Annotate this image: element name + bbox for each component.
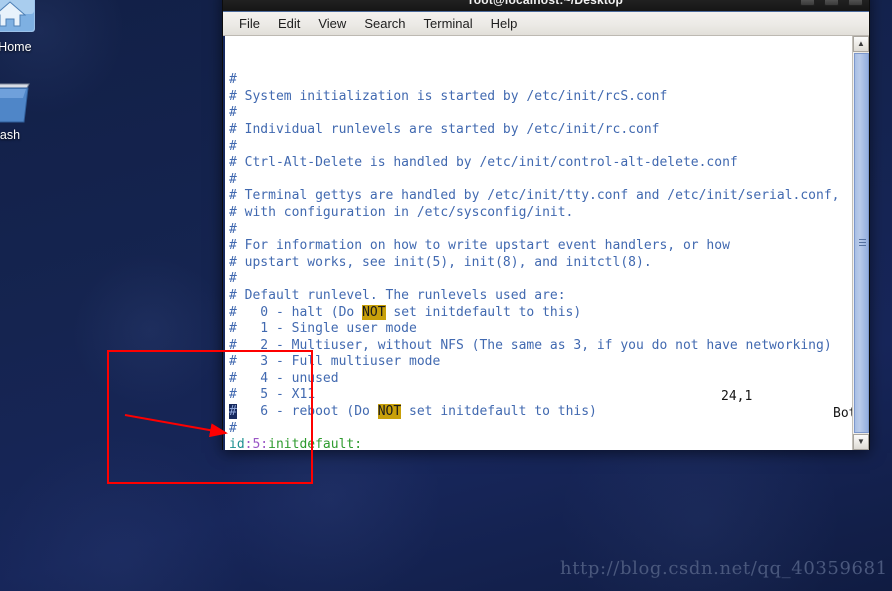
cursor-position: 24,1: [721, 389, 753, 405]
terminal-line: # Individual runlevels are started by /e…: [229, 121, 660, 137]
maximize-icon[interactable]: [824, 0, 839, 6]
terminal-line: # upstart works, see init(5), init(8), a…: [229, 254, 652, 270]
menu-item-file[interactable]: File: [230, 14, 269, 33]
terminal-line: # Ctrl-Alt-Delete is handled by /etc/ini…: [229, 155, 738, 171]
terminal-line: # 2 - Multiuser, without NFS (The same a…: [229, 337, 832, 353]
terminal-menubar[interactable]: File Edit View Search Terminal Help: [223, 12, 869, 36]
terminal-text-area[interactable]: # # System initialization is started by /…: [225, 36, 852, 450]
terminal-scrollbar[interactable]: ▲ ▼: [852, 36, 869, 450]
terminal-line: # Default runlevel. The runlevels used a…: [229, 287, 566, 303]
scrollbar-grip-icon: [859, 239, 866, 247]
menu-item-view[interactable]: View: [309, 14, 355, 33]
terminal-line: id:5:initdefault:: [229, 437, 363, 450]
watermark-text: http://blog.csdn.net/qq_40359681: [560, 558, 888, 579]
close-icon[interactable]: [848, 0, 863, 6]
terminal-line: # with configuration in /etc/sysconfig/i…: [229, 204, 574, 220]
home-folder-icon: [0, 0, 46, 38]
chevron-down-icon[interactable]: ▼: [853, 434, 869, 450]
terminal-line: # Terminal gettys are handled by /etc/in…: [229, 188, 840, 204]
menu-item-search[interactable]: Search: [355, 14, 414, 33]
terminal-body[interactable]: # # System initialization is started by /…: [223, 36, 869, 450]
desktop-icon-trash-label: ash: [0, 128, 21, 142]
chevron-up-icon[interactable]: ▲: [853, 36, 869, 52]
terminal-line: # For information on how to write upstar…: [229, 238, 730, 254]
window-controls: [800, 0, 863, 6]
desktop: s Home ash root@localhost:~/Desktop File…: [0, 0, 892, 591]
scroll-indicator: Bot: [833, 405, 852, 421]
scrollbar-thumb[interactable]: [854, 53, 869, 433]
editor-status-line: 24,1 Bot: [225, 373, 852, 439]
minimize-icon[interactable]: [800, 0, 815, 6]
terminal-line: #: [229, 221, 237, 237]
desktop-icon-home[interactable]: s Home: [0, 0, 46, 54]
trash-icon: [0, 78, 46, 126]
terminal-line: # 1 - Single user mode: [229, 321, 417, 337]
menu-item-terminal[interactable]: Terminal: [415, 14, 482, 33]
terminal-titlebar[interactable]: root@localhost:~/Desktop: [223, 0, 869, 12]
terminal-line: #: [229, 72, 237, 88]
terminal-line: #: [229, 171, 237, 187]
menu-item-edit[interactable]: Edit: [269, 14, 309, 33]
terminal-title: root@localhost:~/Desktop: [468, 0, 624, 7]
terminal-line: #: [229, 271, 237, 287]
terminal-line: # 3 - Full multiuser mode: [229, 354, 441, 370]
terminal-line: #: [229, 105, 237, 121]
terminal-line: # System initialization is started by /e…: [229, 88, 668, 104]
desktop-icon-trash[interactable]: ash: [0, 78, 46, 142]
terminal-line: #: [229, 138, 237, 154]
terminal-window[interactable]: root@localhost:~/Desktop File Edit View …: [222, 0, 870, 450]
desktop-icon-home-label: s Home: [0, 40, 32, 54]
annotation-arrow: [124, 414, 228, 438]
terminal-line: # 0 - halt (Do NOT set initdefault to th…: [229, 304, 582, 320]
menu-item-help[interactable]: Help: [482, 14, 527, 33]
